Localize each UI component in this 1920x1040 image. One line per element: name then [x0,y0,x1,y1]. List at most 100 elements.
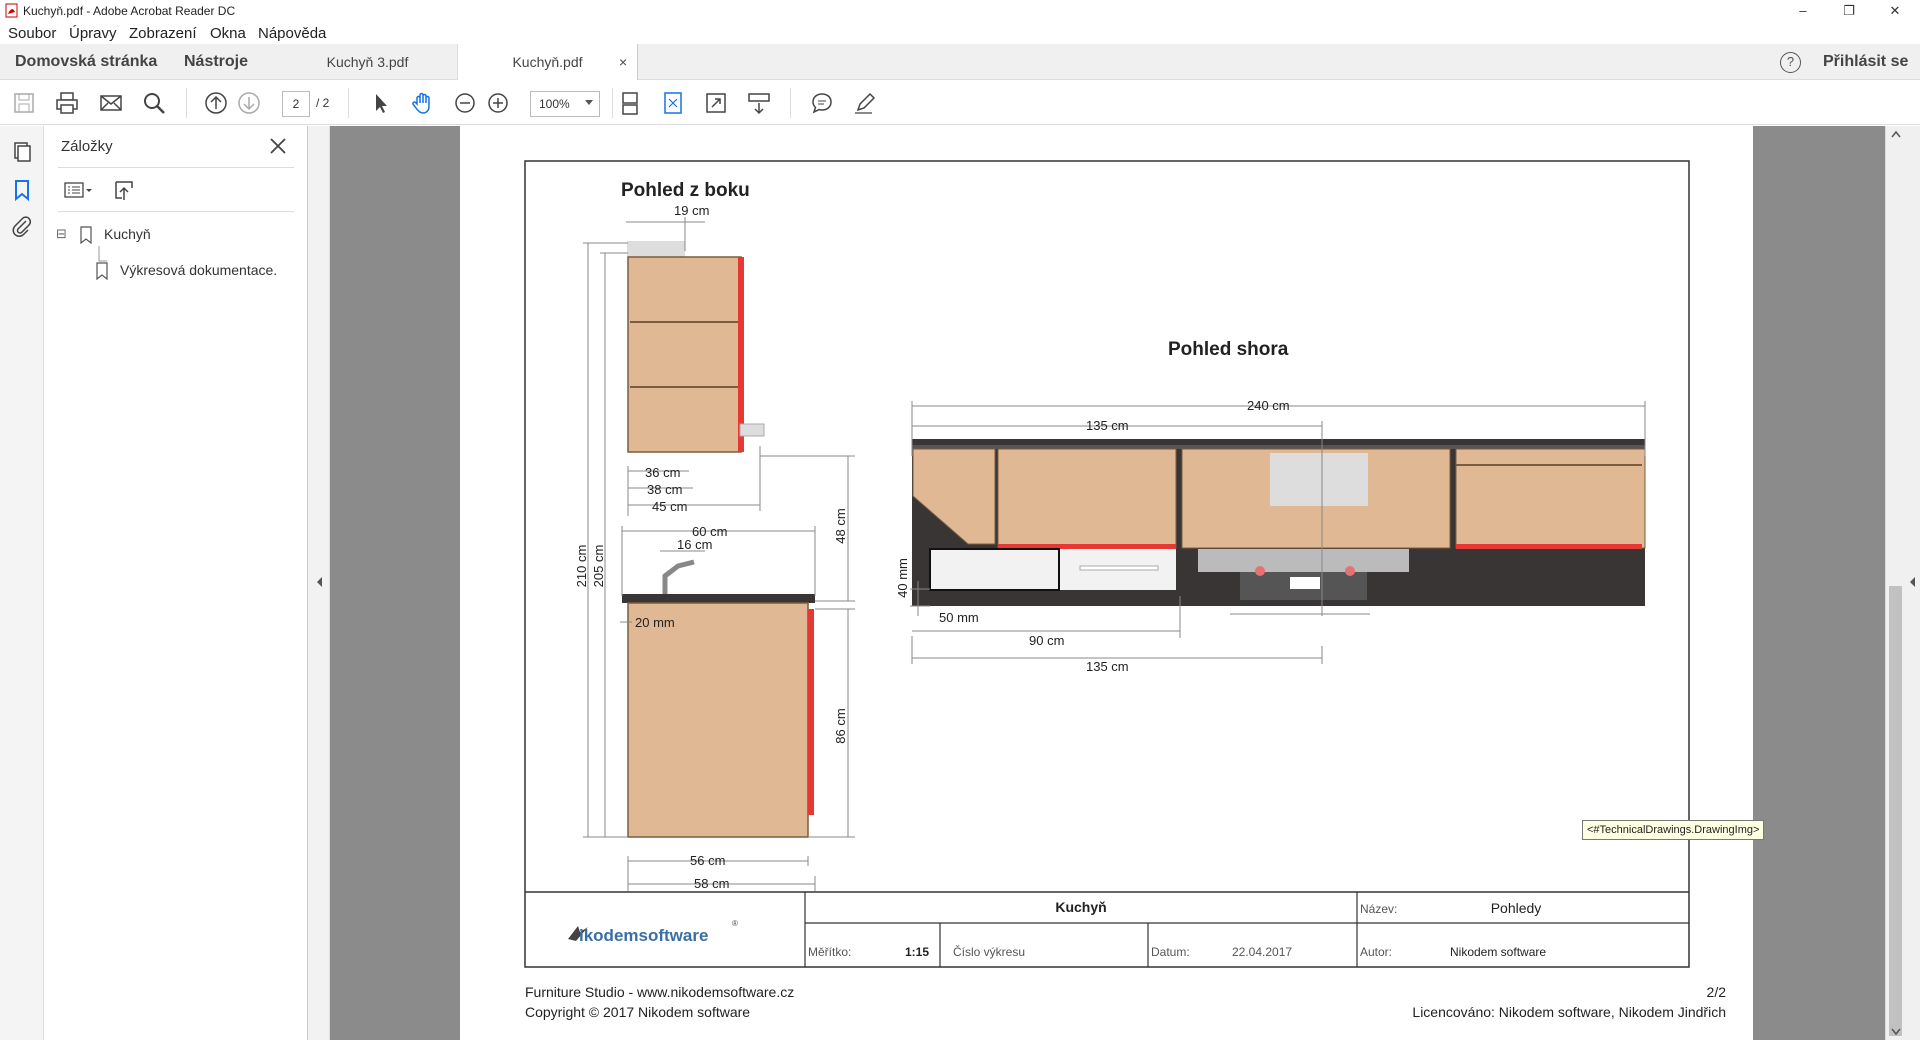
acrobat-pdf-icon [5,3,18,18]
bookmarks-panel: Záložky ⊟ Kuchyň Výkresová dokumentace. [44,126,308,1040]
author-value: Nikodem software [1450,945,1546,959]
search-icon[interactable] [141,90,167,116]
toolbar-separator [790,88,791,118]
tab-document-kuchyn[interactable]: Kuchyň.pdf [458,44,638,80]
side-view: 19 cm 36 cm 38 cm 45 cm 60 cm 16 cm 20 m… [574,203,855,891]
bookmark-item-vykresova-dokumentace[interactable]: Výkresová dokumentace. [120,262,277,278]
restore-button[interactable]: ❐ [1826,0,1872,22]
logo-reg-mark: ® [732,919,738,928]
author-label: Autor: [1360,945,1392,959]
tab-home[interactable]: Domovská stránka [15,44,157,80]
page-number-input[interactable]: 2 [282,91,310,117]
sign-pen-icon[interactable] [852,90,878,116]
bookmarks-header: Záložky [61,138,113,155]
cooktop [1198,549,1409,572]
dim-16cm: 16 cm [677,537,712,552]
menu-okna[interactable]: Okna [210,25,246,42]
scale-value: 1:15 [905,945,929,959]
menu-bar: Soubor Úpravy Zobrazení Okna Nápověda [0,22,1920,44]
toolbar-separator [186,88,187,118]
document-viewer[interactable]: Pohled z boku 19 cm 36 cm 38 cm 45 cm 60… [330,126,1885,1040]
dim-58cm: 58 cm [694,876,729,891]
page-thumbnails-icon[interactable] [10,140,34,164]
select-arrow-icon[interactable] [368,90,394,116]
dim-48cm: 48 cm [833,508,848,543]
bookmark-icon [96,262,108,280]
date-label: Datum: [1151,945,1190,959]
tab-document-kuchyn3[interactable]: Kuchyň 3.pdf [278,44,458,80]
base-cabinet-door-edge [808,609,814,815]
toolbar-separator [348,88,349,118]
top-view: 240 cm 135 cm 40 mm 50 mm 90 cm 135 cm [895,398,1646,674]
project-name: Kuchyň [1055,899,1106,915]
scrollbar-thumb[interactable] [1889,586,1902,1036]
zoom-in-icon[interactable] [485,90,511,116]
page-layout-icon[interactable] [617,90,643,116]
zoom-out-icon[interactable] [452,90,478,116]
close-window-button[interactable]: ✕ [1872,0,1918,22]
dim-86cm: 86 cm [833,708,848,743]
scale-label: Měřítko: [808,945,851,959]
dim-40mm: 40 mm [895,558,910,598]
attachment-icon[interactable] [10,214,34,238]
toolbar: 2 / 2 100% [0,80,1920,125]
bookmark-icon[interactable] [10,178,34,202]
tab-tools[interactable]: Nástroje [184,44,248,80]
vertical-scrollbar[interactable] [1885,126,1905,1040]
menu-upravy[interactable]: Úpravy [69,25,117,42]
divider [58,167,294,168]
expand-bookmark-icon[interactable] [110,176,138,204]
footer-license: Licencováno: Nikodem software, Nikodem J… [1412,1004,1726,1020]
chevron-left-icon[interactable] [1908,576,1917,588]
minimize-button[interactable]: – [1780,0,1826,22]
divider [58,211,294,212]
scroll-up-icon[interactable] [1891,130,1901,138]
oven [929,548,1060,591]
menu-napoveda[interactable]: Nápověda [258,25,326,42]
menu-soubor[interactable]: Soubor [8,25,56,42]
upper-cabinet-door-edge [738,257,744,452]
page-total: / 2 [316,96,330,110]
upper-cabinet-top [627,241,685,257]
dim-90cm: 90 cm [1029,633,1064,648]
chevron-down-icon [585,100,593,105]
dim-19cm: 19 cm [674,203,709,218]
logo-text: ikodemsoftware [579,926,708,945]
email-icon[interactable] [98,90,124,116]
dim-210cm: 210 cm [574,545,589,588]
save-icon[interactable] [11,90,37,116]
bookmark-item-kuchyn[interactable]: Kuchyň [104,226,151,242]
bookmark-icon [80,226,92,244]
print-icon[interactable] [54,90,80,116]
tab-label: Kuchyň 3.pdf [326,54,409,70]
scroll-down-icon[interactable] [1891,1028,1901,1036]
comment-icon[interactable] [809,90,835,116]
help-icon[interactable]: ? [1780,52,1801,73]
technical-drawing: Pohled z boku 19 cm 36 cm 38 cm 45 cm 60… [524,160,1727,1020]
footer-page-number: 2/2 [1707,984,1727,1000]
hand-tool-icon[interactable] [410,90,436,116]
signin-link[interactable]: Přihlásit se [1823,44,1908,80]
window-title: Kuchyň.pdf - Adobe Acrobat Reader DC [23,4,236,18]
full-screen-icon[interactable] [703,90,729,116]
faucet [662,559,695,594]
dim-135cm-bottom: 135 cm [1086,659,1129,674]
menu-zobrazeni[interactable]: Zobrazení [129,25,197,42]
chevron-left-icon[interactable] [314,575,324,589]
close-tab-icon[interactable]: × [619,54,627,70]
right-panel-toggle[interactable] [1905,126,1920,1040]
collapse-toggle-icon[interactable]: ⊟ [56,226,67,242]
base-cabinet [627,602,809,838]
bookmark-options-icon[interactable] [63,178,95,202]
fit-page-icon[interactable] [660,90,686,116]
countertop [622,594,815,603]
zoom-select[interactable]: 100% [530,91,600,117]
next-page-icon[interactable] [236,90,262,116]
panel-collapse-bar[interactable] [308,126,330,1040]
tab-bar: Domovská stránka Nástroje Kuchyň 3.pdf K… [0,44,1920,80]
scroll-mode-icon[interactable] [746,90,772,116]
pdf-page: Pohled z boku 19 cm 36 cm 38 cm 45 cm 60… [460,126,1753,1040]
tab-label: Kuchyň.pdf [512,54,583,70]
close-icon[interactable] [266,134,290,158]
previous-page-icon[interactable] [203,90,229,116]
